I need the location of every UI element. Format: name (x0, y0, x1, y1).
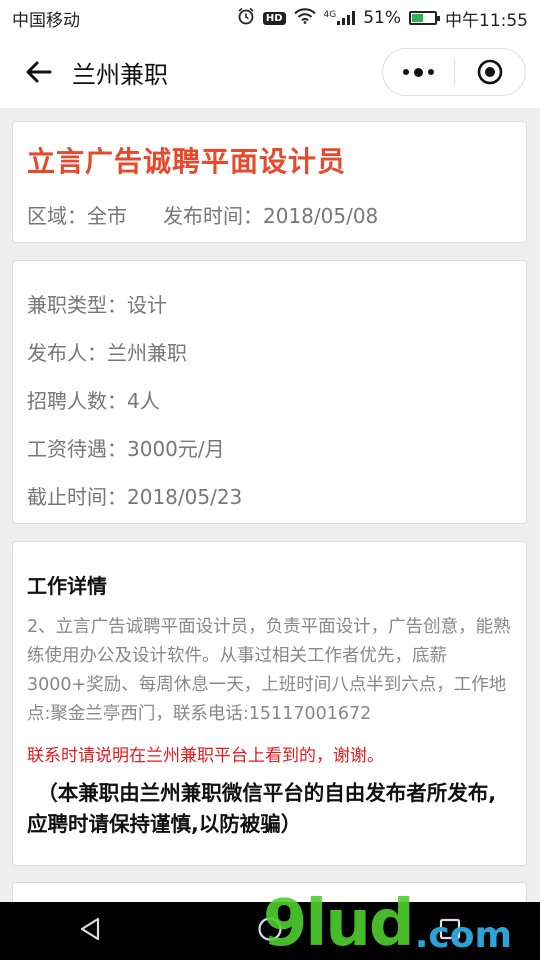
job-salary: 工资待遇：3000元/月 (27, 437, 225, 461)
recents-square-button[interactable] (438, 917, 462, 945)
job-publisher: 发布人：兰州兼职 (27, 341, 187, 365)
job-publish-time: 发布时间：2018/05/08 (163, 204, 379, 228)
job-description: 2、立言广告诚聘平面设计员，负责平面设计，广告创意，能熟练使用办公及设计软件。从… (27, 617, 511, 724)
back-button[interactable] (22, 56, 54, 88)
job-type: 兼职类型：设计 (27, 293, 167, 317)
job-headcount: 招聘人数：4人 (27, 389, 160, 413)
job-title: 立言广告诚聘平面设计员 (27, 145, 347, 178)
close-miniprogram-button[interactable] (455, 59, 526, 85)
more-options-button[interactable] (383, 67, 454, 77)
circle-home-icon (258, 917, 282, 941)
contact-notice: 联系时请说明在兰州兼职平台上看到的，谢谢。 (27, 746, 384, 766)
navigation-bar: 兰州兼职 (0, 36, 540, 108)
cellular-icon: 4G (324, 11, 356, 25)
job-region: 区域：全市 (27, 204, 127, 228)
system-navigation-bar (0, 902, 540, 960)
job-details-card: 工作详情 2、立言广告诚聘平面设计员，负责平面设计，广告创意，能熟练使用办公及设… (12, 541, 527, 866)
home-circle-button[interactable] (257, 916, 283, 946)
alarm-icon (237, 7, 255, 30)
back-triangle-button[interactable] (78, 916, 102, 946)
battery-percent: 51% (363, 8, 401, 28)
signal-bars-icon (337, 11, 356, 25)
square-recents-icon (440, 918, 461, 940)
hd-badge: HD (262, 11, 286, 25)
more-dots-icon-right (427, 69, 434, 75)
network-type-label: 4G (323, 10, 337, 20)
battery-fill (412, 14, 424, 22)
arrow-left-icon (26, 61, 52, 83)
job-header-card: 立言广告诚聘平面设计员 区域：全市 发布时间：2018/05/08 (12, 121, 527, 243)
job-deadline: 截止时间：2018/05/23 (27, 485, 243, 509)
miniprogram-capsule (382, 48, 526, 96)
job-info-card: 兼职类型：设计 发布人：兰州兼职 招聘人数：4人 工资待遇：3000元/月 截止… (12, 260, 527, 524)
carrier-label: 中国移动 (12, 10, 80, 31)
job-meta-row: 区域：全市 发布时间：2018/05/08 (27, 200, 512, 229)
clock-time: 中午11:55 (445, 10, 528, 31)
wifi-icon (293, 7, 316, 29)
status-bar: 中国移动 HD 4G 51% 中午11:55 (0, 0, 540, 36)
battery-icon (409, 11, 440, 25)
more-dots-icon (402, 69, 409, 75)
page-title: 兰州兼职 (72, 60, 168, 89)
details-section-title: 工作详情 (27, 574, 107, 598)
status-icons: HD 4G 51% 中午11:55 (237, 6, 528, 31)
disclaimer-text: （本兼职由兰州兼职微信平台的自由发布者所发布,应聘时请保持谨慎,以防被骗） (27, 781, 497, 836)
triangle-back-icon (80, 917, 99, 941)
target-close-icon (477, 59, 503, 85)
more-dots-icon-center (413, 67, 423, 77)
